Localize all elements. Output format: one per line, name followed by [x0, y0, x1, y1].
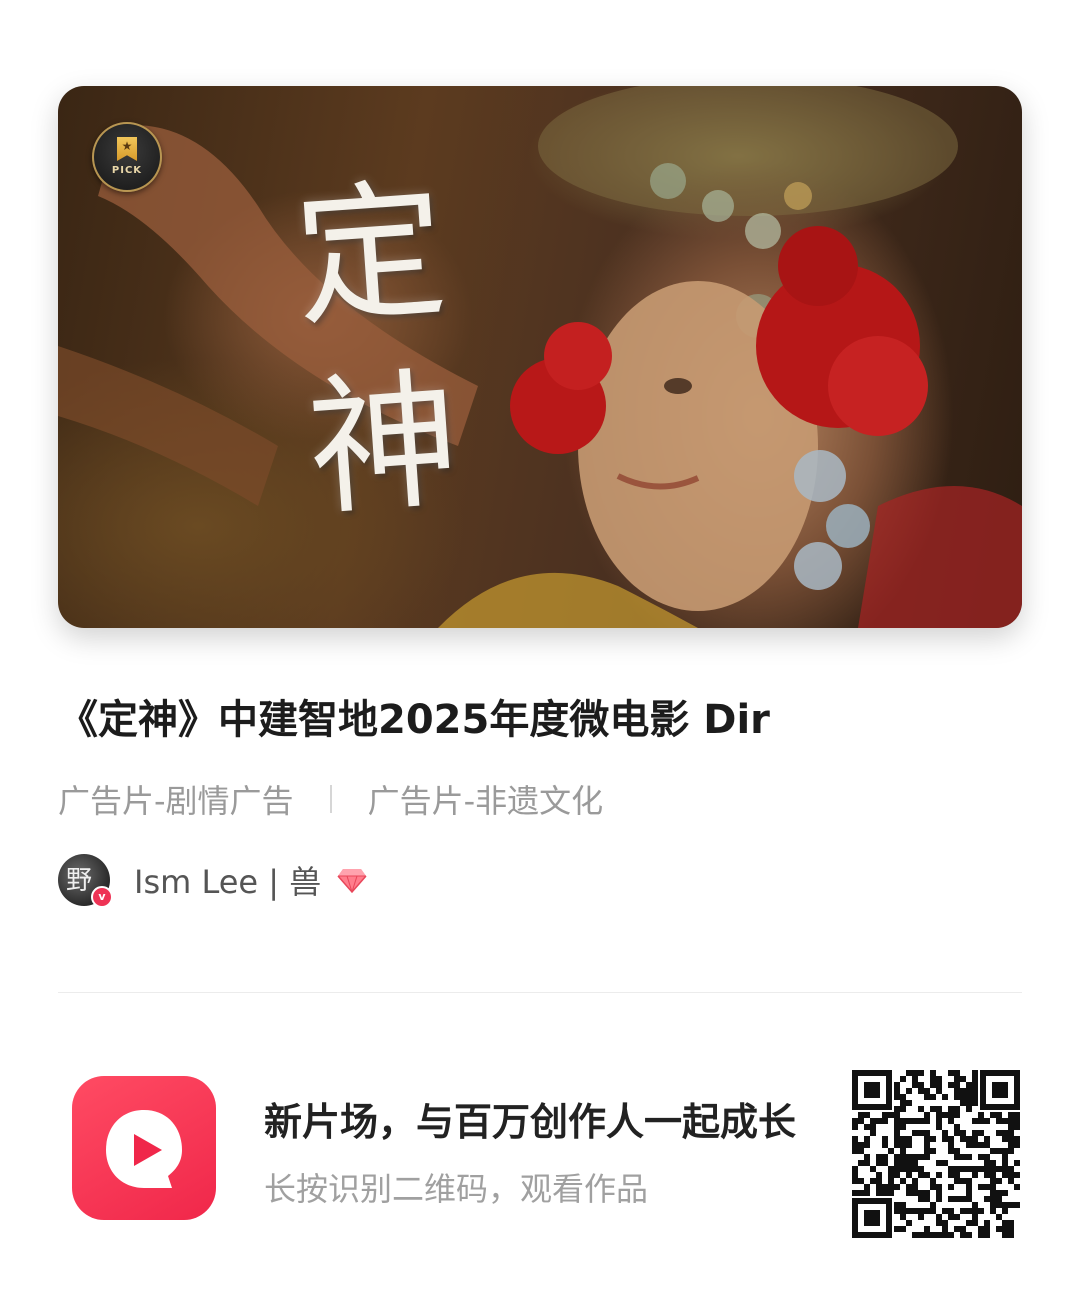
video-title[interactable]: 《定神》中建智地2025年度微电影 Dir — [58, 692, 770, 748]
xinpianchang-play-bubble-icon — [72, 1076, 216, 1220]
avatar[interactable]: 野 v — [58, 854, 113, 908]
tag-item[interactable]: 广告片-非遗文化 — [368, 776, 604, 822]
cover-artwork — [58, 86, 1022, 628]
pick-badge: ★ PICK — [92, 122, 162, 192]
tag-separator — [329, 785, 332, 813]
diamond-icon — [337, 869, 367, 893]
avatar-text: 野 — [66, 866, 93, 896]
author-row[interactable]: 野 v Ism Lee | 兽 — [58, 852, 367, 908]
promo-subtitle: 长按识别二维码，观看作品 — [264, 1170, 649, 1208]
tag-item[interactable]: 广告片-剧情广告 — [58, 776, 294, 822]
promo-title: 新片场，与百万创作人一起成长 — [264, 1100, 797, 1144]
calligraphy-char-1: 定 — [289, 163, 452, 348]
video-cover[interactable]: ★ PICK 定 神 — [58, 86, 1022, 628]
verified-icon: v — [91, 886, 113, 908]
cover-calligraphy-title: 定 神 — [289, 155, 475, 545]
author-name[interactable]: Ism Lee | 兽 — [134, 857, 321, 903]
category-tags: 广告片-剧情广告 广告片-非遗文化 — [58, 776, 603, 822]
section-divider — [58, 992, 1022, 993]
pick-label: PICK — [111, 165, 143, 176]
calligraphy-char-2: 神 — [302, 353, 465, 538]
qr-code-icon[interactable] — [852, 1070, 1020, 1238]
